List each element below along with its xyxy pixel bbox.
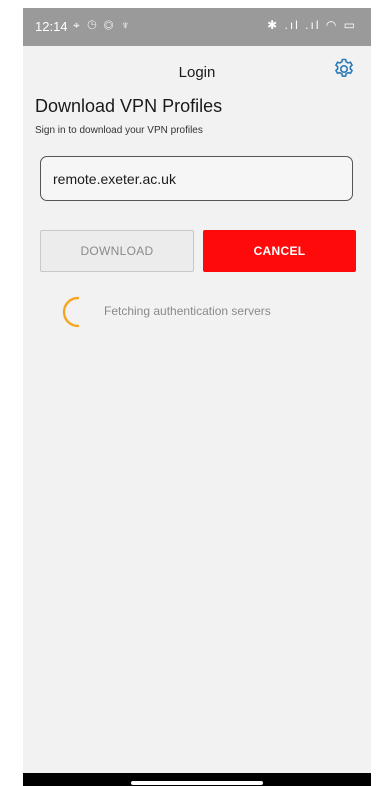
download-button[interactable]: DOWNLOAD [40,230,194,272]
page-title: Login [178,64,216,81]
section-heading: Download VPN Profiles [35,96,223,116]
system-status-icons: ✱ .ıl .ıl ◠ ▭ [267,18,357,32]
server-address-input[interactable] [40,156,353,201]
settings-button[interactable] [329,54,359,84]
status-bar: 12:14 ⌖ ◷ ◎ ♆ ✱ .ıl .ıl ◠ ▭ [23,8,371,46]
phone-screen: 12:14 ⌖ ◷ ◎ ♆ ✱ .ıl .ıl ◠ ▭ Login Downlo… [23,8,371,786]
system-navigation-bar [23,773,371,786]
cancel-button[interactable]: CANCEL [203,230,356,272]
loading-spinner-icon [62,296,80,328]
loading-status: Fetching authentication servers [61,295,341,329]
section-subheading: Sign in to download your VPN profiles [35,125,203,136]
app-bar: Login [23,46,371,94]
gear-icon [335,58,353,77]
notification-icons: ⌖ ◷ ◎ ♆ [73,18,132,32]
home-indicator[interactable] [131,781,263,785]
loading-status-text: Fetching authentication servers [104,304,271,318]
status-time: 12:14 [35,19,68,34]
